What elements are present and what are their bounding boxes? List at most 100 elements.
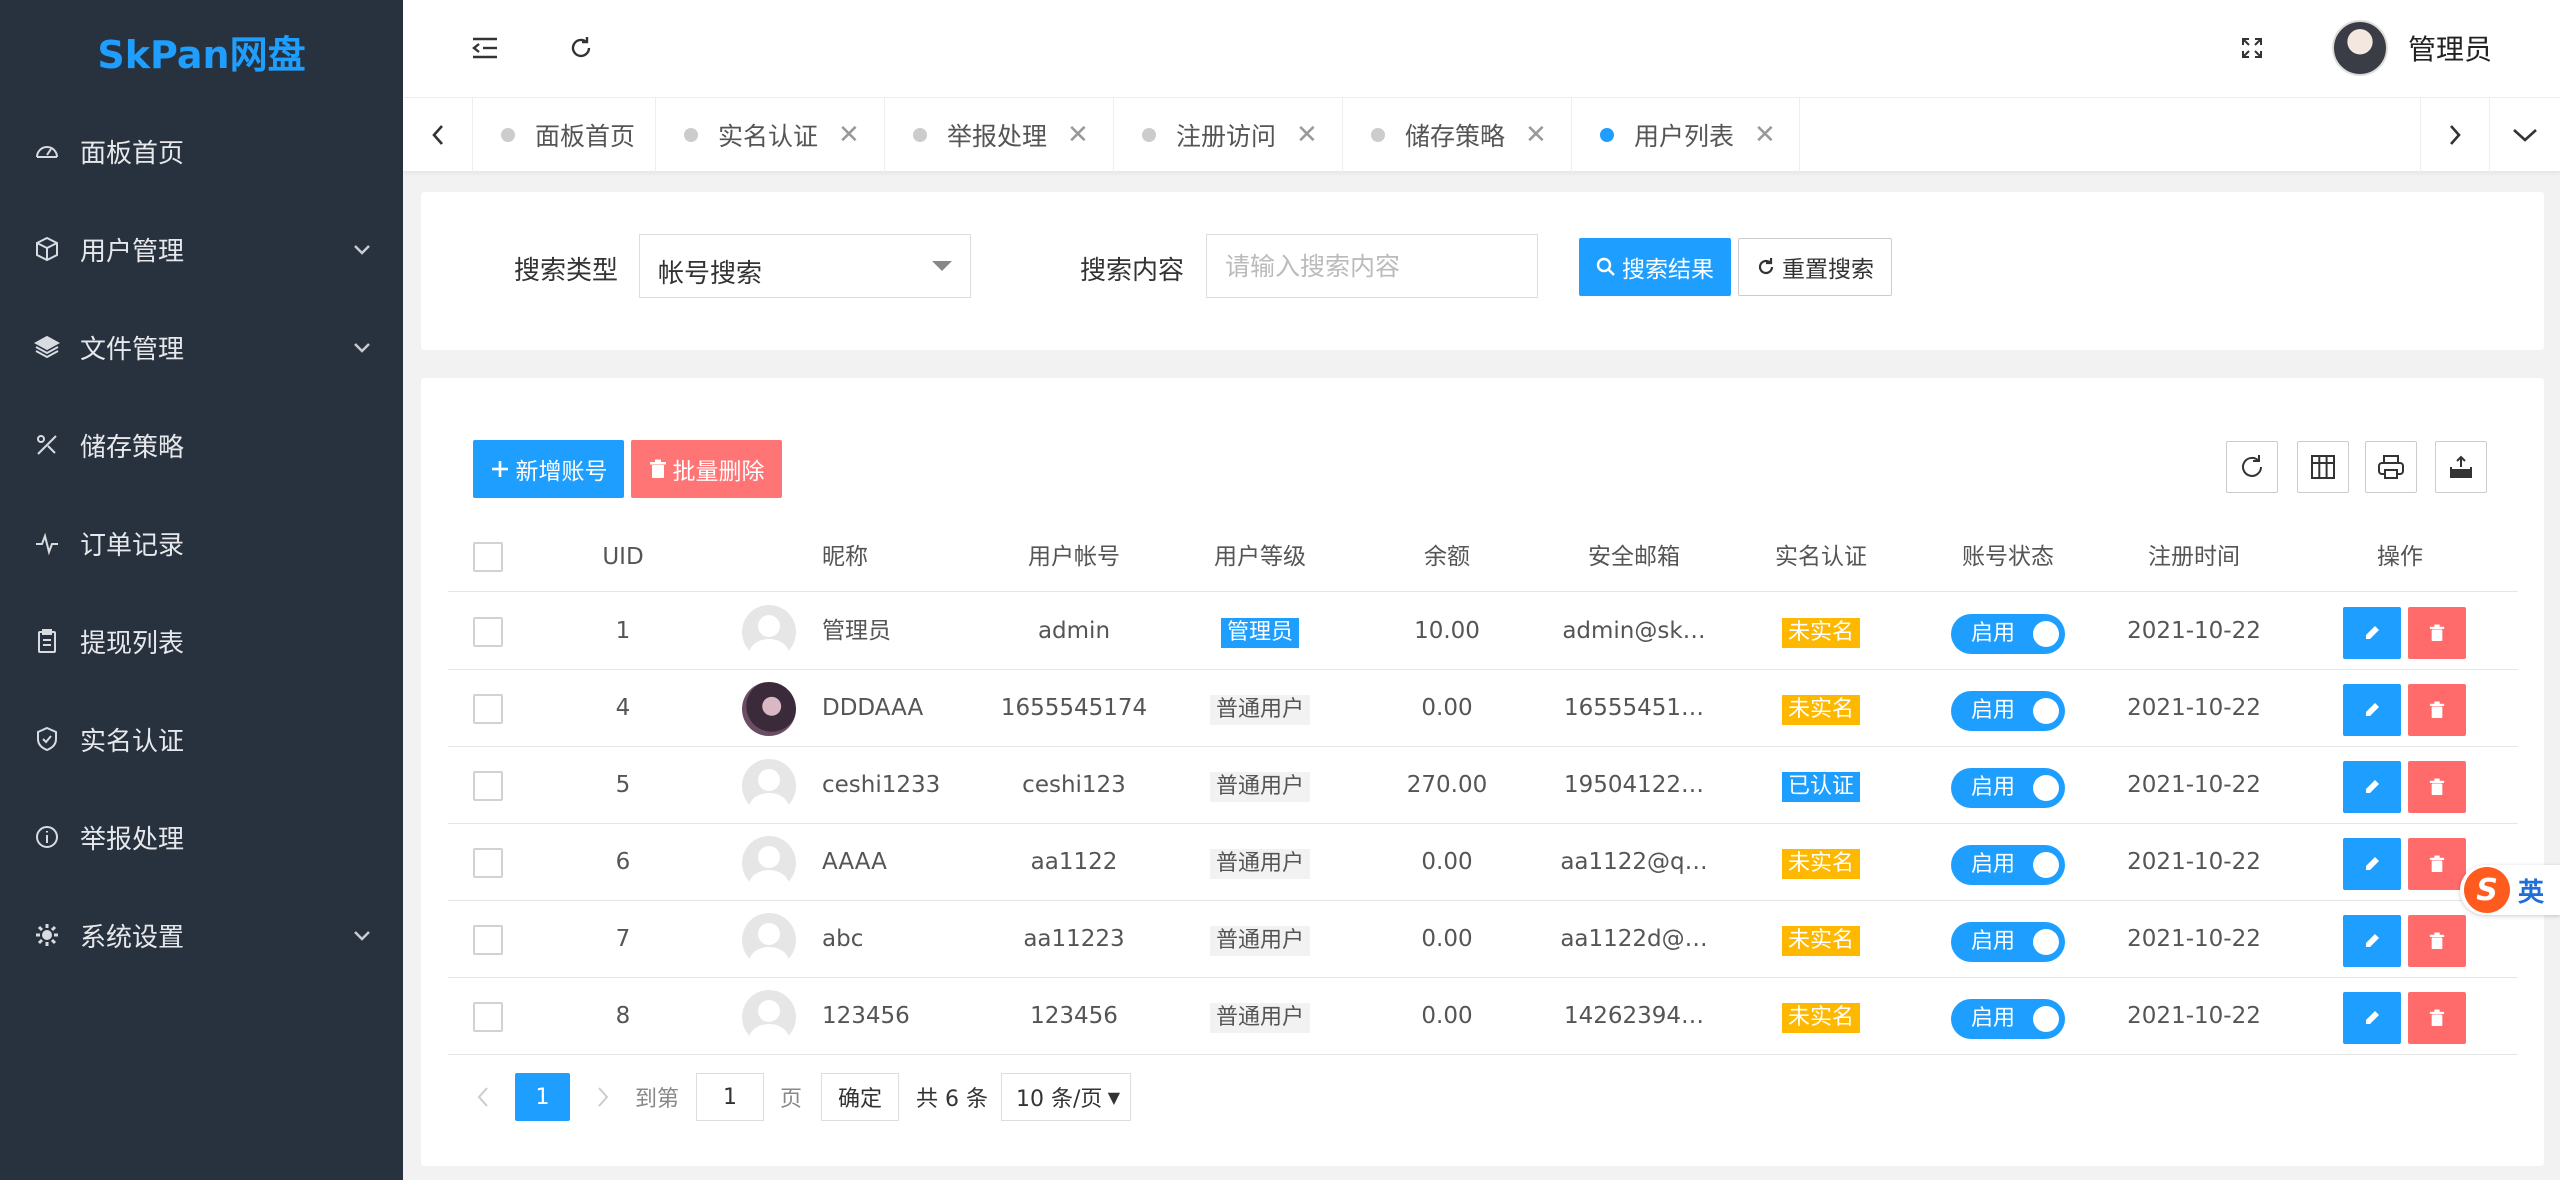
edit-button[interactable] bbox=[2343, 761, 2401, 813]
close-icon[interactable]: ✕ bbox=[1067, 120, 1089, 150]
tab-4[interactable]: 储存策略 ✕ bbox=[1343, 98, 1572, 172]
status-toggle[interactable]: 启用 bbox=[1951, 845, 2065, 885]
status-toggle[interactable]: 启用 bbox=[1951, 691, 2065, 731]
status-toggle-label: 启用 bbox=[1971, 621, 2016, 646]
pagination-total: 共 6 条 bbox=[916, 1087, 988, 1112]
ime-indicator[interactable]: S 英 bbox=[2460, 865, 2560, 915]
tab-0[interactable]: 面板首页 bbox=[473, 98, 656, 172]
sidebar-item-0[interactable]: 面板首页 bbox=[0, 102, 403, 200]
row-checkbox[interactable] bbox=[473, 1002, 503, 1032]
delete-button[interactable] bbox=[2408, 684, 2466, 736]
tab-status-dot bbox=[1142, 128, 1156, 142]
search-reset-button[interactable]: 重置搜索 bbox=[1738, 238, 1892, 296]
avatar bbox=[742, 990, 796, 1044]
row-checkbox[interactable] bbox=[473, 771, 503, 801]
select-all-checkbox[interactable] bbox=[473, 542, 503, 572]
cell-nickname: AAAA bbox=[822, 849, 887, 875]
sidebar-item-8[interactable]: 系统设置 bbox=[0, 886, 403, 984]
table-refresh-button[interactable] bbox=[2226, 441, 2278, 493]
status-toggle-label: 启用 bbox=[1971, 1006, 2016, 1031]
row-checkbox[interactable] bbox=[473, 617, 503, 647]
table-print-button[interactable] bbox=[2365, 441, 2417, 493]
sidebar-item-4[interactable]: 订单记录 bbox=[0, 494, 403, 592]
user-avatar[interactable] bbox=[2332, 20, 2388, 76]
collapse-menu-button[interactable] bbox=[465, 28, 505, 68]
delete-button[interactable] bbox=[2408, 838, 2466, 890]
status-toggle[interactable]: 启用 bbox=[1951, 922, 2065, 962]
tab-1[interactable]: 实名认证 ✕ bbox=[656, 98, 885, 172]
status-toggle[interactable]: 启用 bbox=[1951, 614, 2065, 654]
delete-button[interactable] bbox=[2408, 915, 2466, 967]
search-type-select[interactable]: 帐号搜索 bbox=[639, 234, 971, 298]
sidebar-item-label: 面板首页 bbox=[80, 138, 185, 169]
edit-button[interactable] bbox=[2343, 915, 2401, 967]
cell-reg-time: 2021-10-22 bbox=[2127, 1003, 2261, 1029]
sidebar-item-3[interactable]: 储存策略 bbox=[0, 396, 403, 494]
tab-label: 用户列表 bbox=[1634, 122, 1735, 151]
sidebar-item-6[interactable]: 实名认证 bbox=[0, 690, 403, 788]
app-logo[interactable]: SkPan网盘 bbox=[0, 0, 403, 102]
table-columns-button[interactable] bbox=[2297, 441, 2349, 493]
edit-icon bbox=[2366, 626, 2379, 639]
close-icon[interactable]: ✕ bbox=[1525, 120, 1547, 150]
column-header: 注册时间 bbox=[2148, 544, 2240, 570]
tabs-menu-button[interactable] bbox=[2490, 98, 2560, 172]
fullscreen-button[interactable] bbox=[2232, 28, 2272, 68]
cell-email: 19504122… bbox=[1563, 772, 1705, 798]
tab-5[interactable]: 用户列表 ✕ bbox=[1572, 98, 1800, 172]
sidebar-item-5[interactable]: 提现列表 bbox=[0, 592, 403, 690]
tabs-scroll-left-button[interactable] bbox=[403, 98, 473, 172]
delete-button[interactable] bbox=[2408, 992, 2466, 1044]
search-content-input[interactable] bbox=[1206, 234, 1538, 298]
cell-nickname: 123456 bbox=[822, 1003, 910, 1029]
pagination-goto-input[interactable]: 1 bbox=[696, 1073, 764, 1121]
row-checkbox[interactable] bbox=[473, 848, 503, 878]
sidebar-item-7[interactable]: 举报处理 bbox=[0, 788, 403, 886]
add-account-button[interactable]: 新增账号 bbox=[473, 440, 624, 498]
table-export-button[interactable] bbox=[2435, 441, 2487, 493]
edit-button[interactable] bbox=[2343, 607, 2401, 659]
status-toggle-label: 启用 bbox=[1971, 775, 2016, 800]
verify-badge: 未实名 bbox=[1781, 926, 1861, 956]
refresh-page-button[interactable] bbox=[561, 28, 601, 68]
table-header: UID 昵称 用户帐号 用户等级 余额 安全邮箱 实名认证 账号状态 注册时间 操作 bbox=[448, 522, 2518, 592]
cell-account: aa11223 bbox=[1023, 926, 1125, 952]
sidebar-item-label: 文件管理 bbox=[80, 334, 185, 365]
search-submit-button[interactable]: 搜索结果 bbox=[1579, 238, 1731, 296]
pagination-page-size-select[interactable]: 10 条/页 ▼ bbox=[1001, 1073, 1131, 1121]
close-icon[interactable]: ✕ bbox=[838, 120, 860, 150]
page-size-value: 10 条/页 bbox=[1016, 1087, 1103, 1112]
tabs-scroll-right-button[interactable] bbox=[2420, 98, 2490, 172]
pagination-current-page[interactable]: 1 bbox=[515, 1073, 570, 1121]
close-icon[interactable]: ✕ bbox=[1754, 120, 1776, 150]
edit-button[interactable] bbox=[2343, 992, 2401, 1044]
cell-account: aa1122 bbox=[1030, 849, 1118, 875]
row-checkbox[interactable] bbox=[473, 925, 503, 955]
sidebar-item-1[interactable]: 用户管理 bbox=[0, 200, 403, 298]
outdent-icon bbox=[472, 37, 497, 59]
pagination-confirm-button[interactable]: 确定 bbox=[821, 1073, 899, 1121]
toggle-knob bbox=[2033, 1006, 2059, 1032]
level-badge: 普通用户 bbox=[1209, 1003, 1311, 1033]
column-header: 余额 bbox=[1424, 544, 1470, 570]
tab-3[interactable]: 注册访问 ✕ bbox=[1114, 98, 1343, 172]
status-toggle[interactable]: 启用 bbox=[1951, 768, 2065, 808]
close-icon[interactable]: ✕ bbox=[1296, 120, 1318, 150]
tab-2[interactable]: 举报处理 ✕ bbox=[885, 98, 1114, 172]
header-user-name[interactable]: 管理员 bbox=[2408, 28, 2492, 68]
cell-account: admin bbox=[1037, 618, 1111, 644]
chevron-right-icon bbox=[2450, 125, 2461, 145]
status-toggle[interactable]: 启用 bbox=[1951, 999, 2065, 1039]
pagination-prev-button[interactable] bbox=[468, 1073, 498, 1121]
verify-badge: 未实名 bbox=[1781, 695, 1861, 725]
delete-button[interactable] bbox=[2408, 607, 2466, 659]
pagination-next-button[interactable] bbox=[588, 1073, 618, 1121]
batch-delete-button[interactable]: 批量删除 bbox=[631, 440, 782, 498]
sidebar-item-label: 用户管理 bbox=[80, 236, 185, 267]
edit-button[interactable] bbox=[2343, 684, 2401, 736]
delete-button[interactable] bbox=[2408, 761, 2466, 813]
add-account-label: 新增账号 bbox=[515, 459, 608, 485]
row-checkbox[interactable] bbox=[473, 694, 503, 724]
sidebar-item-2[interactable]: 文件管理 bbox=[0, 298, 403, 396]
edit-button[interactable] bbox=[2343, 838, 2401, 890]
